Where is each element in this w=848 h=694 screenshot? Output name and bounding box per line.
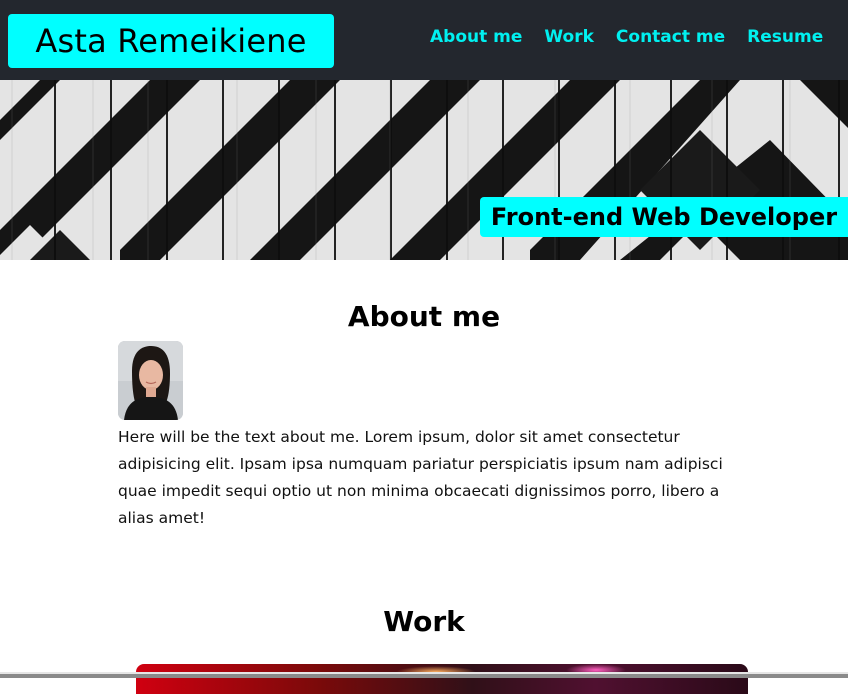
about-text: Here will be the text about me. Lorem ip… [118,428,723,527]
profile-photo [118,341,183,420]
main-nav: About me Work Contact me Resume [430,26,823,48]
work-heading: Work [383,605,465,638]
about-heading: About me [347,300,501,333]
nav-link-work[interactable]: Work [544,26,594,48]
hero-tagline: Front-end Web Developer [480,197,848,237]
nav-link-about[interactable]: About me [430,26,522,48]
brand-name[interactable]: Asta Remeikiene [8,14,334,68]
nav-link-resume[interactable]: Resume [747,26,823,48]
work-project-image[interactable] [136,664,748,694]
hero-banner: Front-end Web Developer [0,80,848,260]
nav-link-contact[interactable]: Contact me [616,26,725,48]
site-header: Asta Remeikiene About me Work Contact me… [0,0,848,80]
horizontal-scrollbar-thumb[interactable] [0,674,848,678]
